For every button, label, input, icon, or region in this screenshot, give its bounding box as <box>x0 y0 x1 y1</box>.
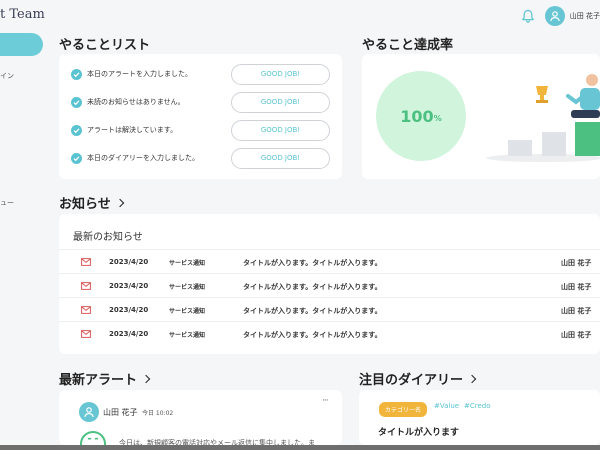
tag-credo[interactable]: #Credo <box>464 402 491 410</box>
good-job-button[interactable]: GOOD JOB! <box>231 91 330 113</box>
news-category: サービス通知 <box>169 308 206 315</box>
table-row[interactable]: 2023/4/20 サービス通知 タイトルが入ります。タイトルが入ります。 山田… <box>59 321 600 345</box>
todo-item: 本日のダイアリーを入力しました。 GOOD JOB! <box>59 147 342 169</box>
good-job-button[interactable]: GOOD JOB! <box>231 119 330 141</box>
bell-icon[interactable] <box>521 9 535 23</box>
news-row-title[interactable]: タイトルが入ります。タイトルが入ります。 <box>243 330 382 340</box>
news-card: 最新のお知らせ 2023/4/20 サービス通知 タイトルが入ります。タイトルが… <box>59 214 600 354</box>
news-category: サービス通知 <box>169 284 206 291</box>
alert-card[interactable]: 山田 花子 今日 10:02 ··· 今日は、新規顧客の電話対応やメール返信に集… <box>59 390 342 447</box>
mail-icon <box>81 306 91 314</box>
tag-value[interactable]: #Value <box>434 402 459 410</box>
diary-title-label: 注目のダイアリー <box>359 373 464 388</box>
alert-time: 今日 10:02 <box>142 410 174 417</box>
avatar[interactable] <box>544 6 565 26</box>
check-icon <box>71 124 82 136</box>
user-name[interactable]: 山田 花子 <box>570 11 600 21</box>
news-row-title[interactable]: タイトルが入ります。タイトルが入ります。 <box>243 282 382 292</box>
alerts-title[interactable]: 最新アラート <box>59 369 151 388</box>
achievement-card: 100 % <box>362 54 600 179</box>
todo-text: アラートは解決しています。 <box>87 126 178 134</box>
mail-icon <box>81 330 91 338</box>
alerts-title-label: 最新アラート <box>59 373 138 388</box>
news-author: 山田 花子 <box>561 331 592 339</box>
todo-text: 本日のアラートを入力しました。 <box>87 70 192 78</box>
sidebar-item-active[interactable] <box>0 33 43 56</box>
todo-card: 本日のアラートを入力しました。 GOOD JOB! 未読のお知らせはありません。… <box>59 54 342 179</box>
sidebar-item-1[interactable]: イン <box>0 71 14 81</box>
achievement-unit: % <box>433 114 442 123</box>
sidebar-item-2[interactable]: ュー <box>0 198 14 208</box>
achievement-title: やること達成率 <box>362 38 454 53</box>
category-badge[interactable]: カテゴリー名 <box>379 402 428 417</box>
news-title[interactable]: お知らせ <box>59 193 124 212</box>
check-icon <box>71 96 82 108</box>
achievement-percent: 100 <box>400 106 434 126</box>
app-brand: t Team <box>0 7 45 22</box>
news-category: サービス通知 <box>169 332 206 339</box>
news-category: サービス通知 <box>169 260 206 267</box>
header-user-area: 山田 花子 <box>521 6 600 26</box>
todo-text: 本日のダイアリーを入力しました。 <box>87 154 199 162</box>
user-icon <box>549 11 560 22</box>
diary-title[interactable]: 注目のダイアリー <box>359 369 477 388</box>
table-row[interactable]: 2023/4/20 サービス通知 タイトルが入ります。タイトルが入ります。 山田… <box>59 249 600 273</box>
news-author: 山田 花子 <box>561 283 592 291</box>
smiley-icon <box>80 431 106 445</box>
news-date: 2023/4/20 <box>109 282 149 290</box>
news-subtitle: 最新のお知らせ <box>73 232 143 243</box>
chevron-right-icon <box>467 374 477 383</box>
achievement-circle: 100 % <box>376 71 466 161</box>
news-date: 2023/4/20 <box>109 306 149 314</box>
chevron-right-icon <box>115 198 124 207</box>
table-row[interactable]: 2023/4/20 サービス通知 タイトルが入ります。タイトルが入ります。 山田… <box>59 273 600 297</box>
news-title-label: お知らせ <box>59 197 111 212</box>
todo-item: 本日のアラートを入力しました。 GOOD JOB! <box>59 63 342 85</box>
news-author: 山田 花子 <box>561 259 592 267</box>
todo-item: アラートは解決しています。 GOOD JOB! <box>59 119 342 141</box>
news-date: 2023/4/20 <box>109 258 149 266</box>
diary-entry-title[interactable]: タイトルが入ります <box>378 425 459 438</box>
avatar <box>79 402 99 422</box>
mail-icon <box>81 258 91 266</box>
diary-card[interactable]: カテゴリー名 #Value #Credo タイトルが入ります <box>359 390 600 445</box>
user-icon <box>84 407 94 418</box>
news-author: 山田 花子 <box>561 307 592 315</box>
news-row-title[interactable]: タイトルが入ります。タイトルが入ります。 <box>243 306 382 316</box>
good-job-button[interactable]: GOOD JOB! <box>231 147 330 169</box>
todo-text: 未読のお知らせはありません。 <box>87 98 185 106</box>
check-icon <box>71 152 82 164</box>
more-menu-icon[interactable]: ··· <box>322 396 329 406</box>
news-date: 2023/4/20 <box>109 330 149 338</box>
mail-icon <box>81 282 91 290</box>
good-job-button[interactable]: GOOD JOB! <box>231 63 330 85</box>
table-row[interactable]: 2023/4/20 サービス通知 タイトルが入ります。タイトルが入ります。 山田… <box>59 297 600 321</box>
bottom-edge <box>0 445 600 450</box>
todo-item: 未読のお知らせはありません。 GOOD JOB! <box>59 91 342 113</box>
todo-title: やることリスト <box>59 38 151 53</box>
alert-author: 山田 花子 <box>103 408 138 417</box>
news-row-title[interactable]: タイトルが入ります。タイトルが入ります。 <box>243 258 382 268</box>
chevron-right-icon <box>141 374 151 383</box>
check-icon <box>71 68 82 80</box>
trophy-illustration <box>486 74 600 162</box>
